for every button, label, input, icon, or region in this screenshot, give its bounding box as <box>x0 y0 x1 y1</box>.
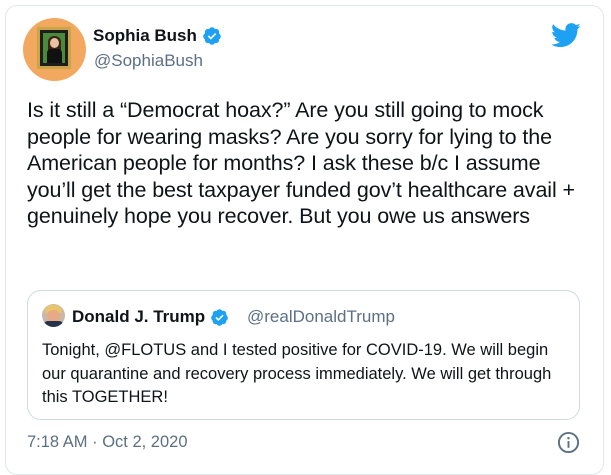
info-icon[interactable] <box>557 431 580 454</box>
twitter-bird-icon[interactable] <box>551 23 581 48</box>
tweet-text: Is it still a “Democrat hoax?” Are you s… <box>27 98 581 229</box>
author-display-name[interactable]: Sophia Bush <box>93 26 197 46</box>
quoted-author-avatar[interactable] <box>42 304 65 327</box>
quoted-author-handle[interactable]: @realDonaldTrump <box>247 307 395 327</box>
author-handle[interactable]: @SophiaBush <box>94 51 203 71</box>
avatar-frame-image <box>37 27 71 69</box>
quoted-author-display-name[interactable]: Donald J. Trump <box>72 307 205 327</box>
quoted-author-name-row[interactable]: Donald J. Trump <box>72 307 229 327</box>
quoted-tweet-card[interactable]: Donald J. Trump @realDonaldTrump Tonight… <box>27 290 580 420</box>
author-avatar[interactable] <box>23 18 86 81</box>
author-display-name-row[interactable]: Sophia Bush <box>93 26 222 46</box>
verified-badge-icon <box>203 27 221 45</box>
verified-badge-icon <box>211 308 228 326</box>
tweet-timestamp[interactable]: 7:18 AM · Oct 2, 2020 <box>27 433 188 452</box>
quoted-tweet-text: Tonight, @FLOTUS and I tested positive f… <box>42 341 552 406</box>
